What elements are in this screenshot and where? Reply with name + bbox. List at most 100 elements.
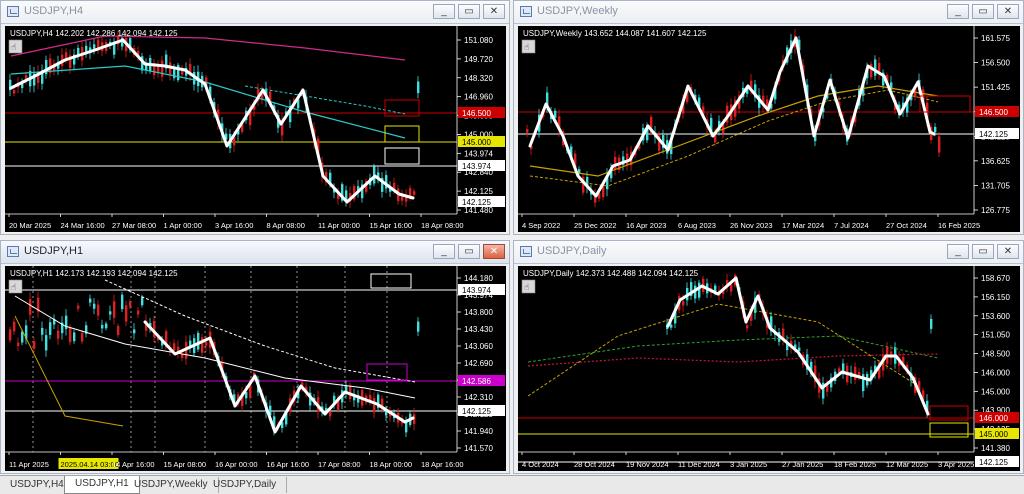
chart-canvas[interactable]: 161.575 156.500 151.425 146.500 142.125 136.6… — [518, 26, 1020, 232]
price-label: 141.570 — [464, 444, 493, 453]
close-button[interactable]: ✕ — [483, 244, 505, 259]
candle-body — [97, 304, 100, 316]
tab-usdjpy-daily[interactable]: USDJPY,Daily — [203, 477, 288, 493]
zone-rectangle — [370, 273, 412, 289]
candle-body — [682, 301, 685, 306]
chart-window-h1[interactable]: USDJPY,H1 _ ▭ ✕ 144.180 143.974 143.800 143… — [0, 240, 510, 474]
price-chart[interactable]: 158.670 156.150 153.600 151.050 148.500 146.0… — [518, 266, 1020, 471]
candle-body — [93, 303, 96, 309]
zone-rectangle — [384, 147, 420, 165]
window-titlebar[interactable]: USDJPY,H1 _ ▭ ✕ — [1, 241, 509, 264]
price-chart[interactable]: 151.080149.720148.320146.960145.600145.0… — [5, 26, 506, 232]
candle-body — [938, 136, 941, 153]
price-chart[interactable]: 144.180 143.974 143.800 143.430 143.060 142.6… — [5, 266, 506, 471]
hand-icon: ☝ — [11, 43, 16, 53]
price-label: 151.425 — [981, 83, 1010, 92]
date-label: 14 Apr 16:00 — [112, 460, 155, 469]
date-label: 27 Mar 08:00 — [112, 221, 156, 230]
maximize-button[interactable]: ▭ — [458, 4, 480, 19]
moving-average-line — [10, 65, 406, 139]
chart-canvas[interactable]: 144.180 143.974 143.800 143.430 143.060 142.6… — [5, 266, 506, 471]
price-label: 142.125 — [464, 187, 493, 196]
candle-body — [121, 294, 124, 310]
maximize-button[interactable]: ▭ — [972, 244, 994, 259]
window-title: USDJPY,Weekly — [537, 5, 618, 17]
chart-window-daily[interactable]: USDJPY,Daily _ ▭ ✕ 158.670 156.150 153.600… — [513, 240, 1024, 474]
date-label: 18 Apr 08:00 — [421, 221, 464, 230]
candle-body — [69, 327, 72, 343]
price-chart[interactable]: 161.575 156.500 151.425 146.500 142.125 136.6… — [518, 26, 1020, 232]
window-titlebar[interactable]: USDJPY,Weekly _ ▭ ✕ — [514, 1, 1023, 24]
candle-body — [17, 342, 20, 346]
date-label: 20 Mar 2025 — [9, 221, 51, 230]
chart-icon — [7, 246, 19, 257]
date-label: 19 Nov 2024 — [626, 460, 669, 469]
zone-rectangle — [929, 422, 969, 438]
chart-window-weekly[interactable]: USDJPY,Weekly _ ▭ ✕ 161.575 156.500 151.42… — [513, 0, 1024, 235]
minimize-button[interactable]: _ — [433, 244, 455, 259]
candle-body — [730, 284, 733, 292]
candle-body — [670, 324, 673, 328]
date-label: 16 Apr 00:00 — [215, 460, 258, 469]
window-title: USDJPY,Daily — [537, 245, 607, 257]
minimize-button[interactable]: _ — [433, 4, 455, 19]
price-label: 148.320 — [464, 74, 493, 83]
date-label: 15 Apr 16:00 — [370, 221, 413, 230]
candle-body — [526, 129, 529, 133]
close-button[interactable]: ✕ — [997, 244, 1019, 259]
price-label: 142.690 — [464, 359, 493, 368]
maximize-button[interactable]: ▭ — [972, 4, 994, 19]
hand-icon: ☝ — [524, 43, 529, 53]
date-label: 16 Apr 2023 — [626, 221, 666, 230]
price-label: 142.310 — [464, 393, 493, 402]
close-button[interactable]: ✕ — [997, 4, 1019, 19]
candle-body — [101, 324, 104, 329]
price-label: 149.720 — [464, 55, 493, 64]
zone-rectangle — [384, 99, 420, 117]
price-tag-label: 146.500 — [462, 109, 491, 118]
candle-body — [89, 298, 92, 303]
symbol-info: USDJPY,Weekly 143.652 144.087 141.607 14… — [523, 29, 707, 38]
date-label: 26 Nov 2023 — [730, 221, 773, 230]
candle-body — [205, 341, 208, 346]
date-label: 17 Apr 08:00 — [318, 460, 361, 469]
close-button[interactable]: ✕ — [483, 4, 505, 19]
candle-body — [13, 321, 16, 332]
maximize-button[interactable]: ▭ — [458, 244, 480, 259]
date-label: 4 Sep 2022 — [522, 221, 560, 230]
chart-window-h4[interactable]: USDJPY,H4 _ ▭ ✕ 151.080 149.720 148.320 146… — [0, 0, 510, 235]
price-label: 143.974 — [464, 149, 493, 158]
date-label: 28 Oct 2024 — [574, 460, 615, 469]
price-label: 144.180 — [464, 274, 493, 283]
price-label: 141.380 — [981, 444, 1010, 453]
date-label: 16 Apr 16:00 — [267, 460, 310, 469]
date-label: 11 Apr 2025 — [9, 460, 49, 469]
candle-body — [9, 329, 12, 341]
price-tag-label: 142.125 — [462, 407, 491, 416]
symbol-info: USDJPY,H1 142.173 142.193 142.094 142.12… — [10, 269, 178, 278]
candle-body — [129, 301, 132, 307]
candle-body — [417, 321, 420, 332]
moving-average-line — [527, 303, 919, 397]
date-label: 11 Apr 00:00 — [318, 221, 360, 230]
price-label: 143.430 — [464, 325, 493, 334]
candle-body — [105, 323, 108, 329]
candle-body — [45, 335, 48, 351]
chart-canvas[interactable]: 158.670 156.150 153.600 151.050 148.500 146.0… — [518, 266, 1020, 471]
candle-body — [197, 332, 200, 350]
window-titlebar[interactable]: USDJPY,Daily _ ▭ ✕ — [514, 241, 1023, 264]
minimize-button[interactable]: _ — [947, 4, 969, 19]
date-label: 7 Jul 2024 — [834, 221, 869, 230]
moving-average-line — [529, 85, 939, 177]
price-tag-label: 142.125 — [979, 130, 1008, 139]
price-label: 148.500 — [981, 350, 1010, 359]
date-label: 27 Jan 2025 — [782, 460, 823, 469]
window-titlebar[interactable]: USDJPY,H4 _ ▭ ✕ — [1, 1, 509, 24]
trend-zigzag-line — [666, 276, 930, 416]
candle-body — [81, 332, 84, 342]
candle-body — [614, 156, 617, 170]
chart-canvas[interactable]: 151.080149.720148.320146.960145.600145.0… — [5, 26, 506, 232]
candle-body — [930, 318, 933, 329]
candle-body — [57, 330, 60, 339]
minimize-button[interactable]: _ — [947, 244, 969, 259]
